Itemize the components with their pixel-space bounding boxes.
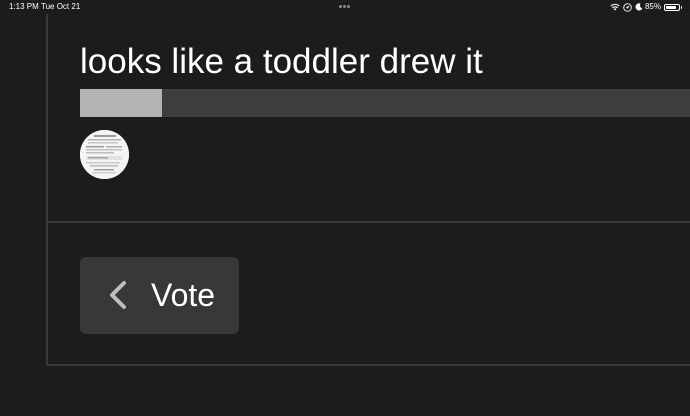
- multitasking-dots-icon[interactable]: [339, 5, 353, 9]
- voter-avatar-image: [80, 130, 129, 179]
- chevron-left-icon: [110, 281, 126, 309]
- moon-icon: [635, 3, 643, 11]
- battery-tip: [681, 5, 682, 9]
- poll-result-fill: [80, 89, 162, 117]
- battery-icon: [664, 3, 680, 11]
- wifi-icon: [610, 3, 620, 11]
- section-divider: [46, 221, 690, 223]
- status-date: Tue Oct 21: [41, 2, 81, 11]
- status-bar: 1:13 PM Tue Oct 21 85%: [0, 0, 690, 14]
- voter-avatar[interactable]: [80, 130, 129, 179]
- location-icon: [623, 2, 632, 12]
- battery-percent: 85%: [644, 2, 661, 11]
- vote-button-label: Vote: [151, 277, 216, 313]
- status-indicators: 85%: [610, 0, 682, 14]
- battery-level-fill: [666, 5, 676, 9]
- poll-result-bar: [80, 89, 690, 117]
- status-time: 1:13 PM: [9, 2, 39, 11]
- poll-option-text: looks like a toddler drew it: [80, 42, 483, 81]
